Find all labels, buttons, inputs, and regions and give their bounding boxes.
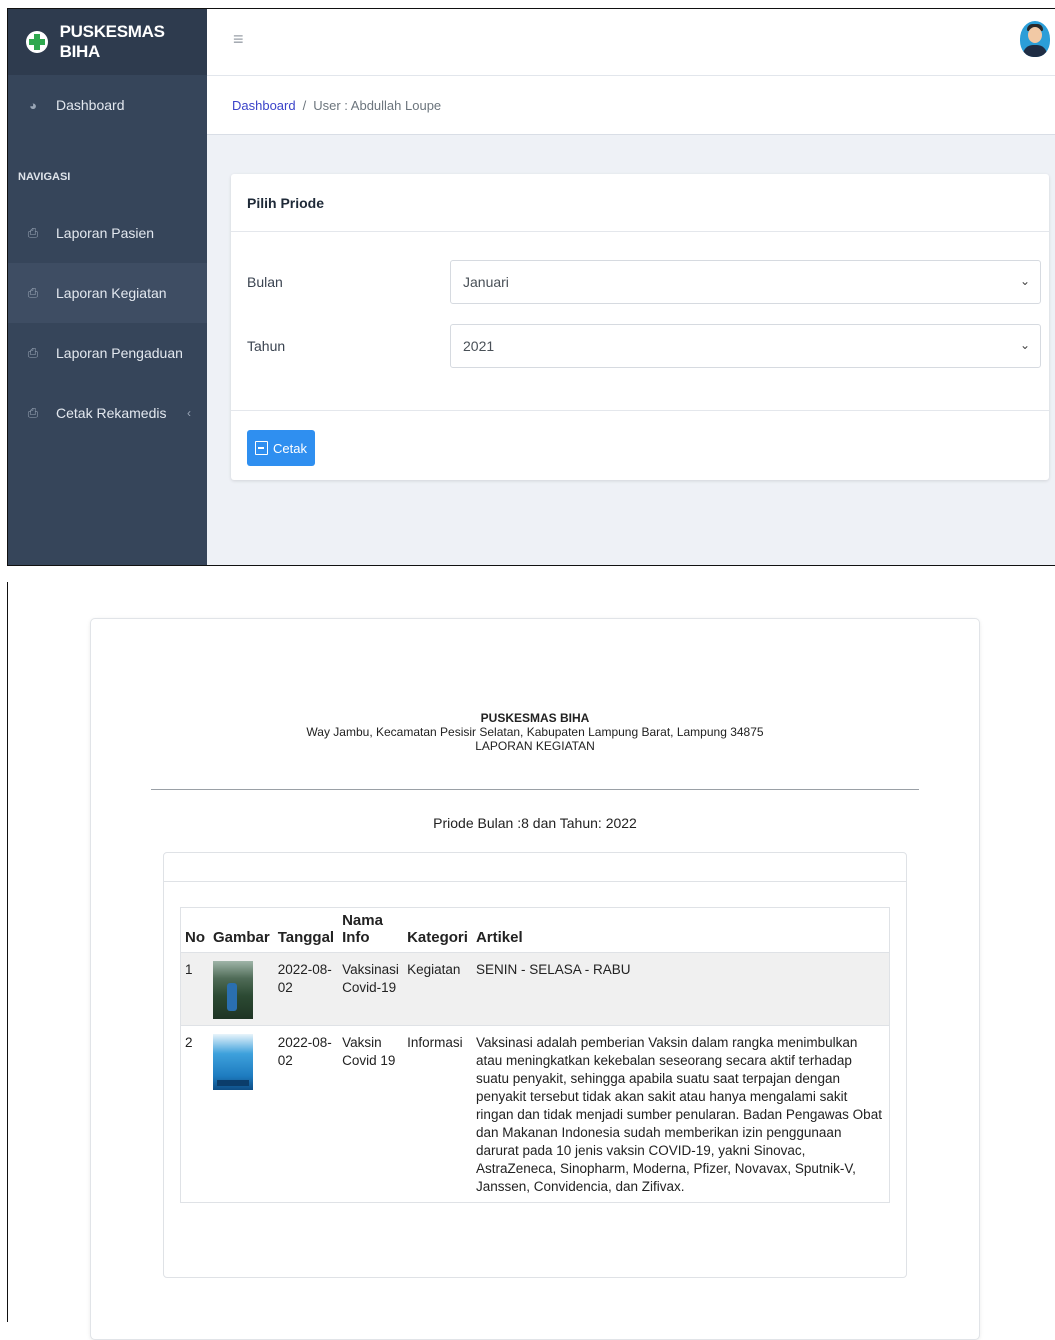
tahun-label: Tahun xyxy=(247,338,286,354)
report-address: Way Jambu, Kecamatan Pesisir Selatan, Ka… xyxy=(306,725,764,739)
admin-window: PUSKESMAS BIHA ◕ Dashboard NAVIGASI ⎙ La… xyxy=(7,8,1055,566)
cell-kategori: Kegiatan xyxy=(403,952,472,1026)
period-card: Pilih Priode Bulan Januari ⌄ Tahun 2021 … xyxy=(231,174,1049,480)
sidebar-item-laporan-pengaduan[interactable]: ⎙ Laporan Pengaduan xyxy=(8,323,207,383)
breadcrumb: Dashboard / User : Abdullah Loupe xyxy=(207,76,1055,135)
cell-tanggal: 2022-08-02 xyxy=(273,952,339,1026)
breadcrumb-current: User : Abdullah Loupe xyxy=(313,97,442,113)
report-table-card: No Gambar Tanggal Nama Info Kategori Art… xyxy=(163,852,907,1278)
printer-icon: ⎙ xyxy=(27,405,39,420)
hamburger-menu-icon[interactable]: ≡ xyxy=(233,29,244,50)
avatar-body xyxy=(1023,45,1047,57)
card-title: Pilih Priode xyxy=(231,174,1049,232)
printer-icon: ⎙ xyxy=(27,345,39,360)
report-title: PUSKESMAS BIHA xyxy=(480,711,590,725)
printer-icon: ⎙ xyxy=(27,225,39,240)
chevron-left-icon: ‹ xyxy=(187,406,191,420)
vaccination-photo-thumbnail xyxy=(213,961,253,1019)
table-header-row: No Gambar Tanggal Nama Info Kategori Art… xyxy=(180,907,890,953)
col-no: No xyxy=(180,907,209,953)
tahun-row: Tahun 2021 ⌄ xyxy=(247,324,1041,368)
report-periode: Priode Bulan :8 dan Tahun: 2022 xyxy=(433,815,637,831)
sidebar-item-laporan-kegiatan[interactable]: ⎙ Laporan Kegiatan xyxy=(8,263,207,323)
dashboard-icon: ◕ xyxy=(29,97,37,113)
bulan-label: Bulan xyxy=(247,274,283,290)
printer-icon: ⎙ xyxy=(27,285,39,300)
sidebar-item-label: Dashboard xyxy=(56,97,125,113)
sidebar-item-label: Laporan Pasien xyxy=(56,225,155,241)
table-row: 2 2022-08-02 Vaksin Covid 19 Informasi V… xyxy=(180,1025,890,1203)
sidebar-item-dashboard[interactable]: ◕ Dashboard xyxy=(8,75,207,135)
table-card-header xyxy=(164,853,906,882)
col-nama-info: Nama Info xyxy=(338,907,404,953)
topbar: ≡ xyxy=(207,9,1055,76)
cell-tanggal: 2022-08-02 xyxy=(273,1025,339,1203)
brand-name: PUSKESMAS BIHA xyxy=(59,22,165,61)
vaccine-photo-thumbnail xyxy=(213,1034,253,1090)
cell-gambar xyxy=(209,952,274,1026)
bulan-select-value: Januari xyxy=(463,274,509,290)
sidebar-item-cetak-rekamedis[interactable]: ⎙ Cetak Rekamedis ‹ xyxy=(8,383,207,443)
cell-nama-info: Vaksinasi Covid-19 xyxy=(338,952,404,1026)
cell-no: 1 xyxy=(180,952,209,1026)
report-window: PUSKESMAS BIHA Way Jambu, Kecamatan Pesi… xyxy=(7,582,1055,1340)
cell-artikel: Vaksinasi adalah pemberian Vaksin dalam … xyxy=(471,1025,890,1203)
breadcrumb-separator: / xyxy=(302,97,307,113)
chevron-down-icon: ⌄ xyxy=(1019,274,1030,288)
brand[interactable]: PUSKESMAS BIHA xyxy=(8,9,207,75)
cell-artikel: SENIN - SELASA - RABU xyxy=(471,952,890,1026)
sidebar-section-heading: NAVIGASI xyxy=(18,171,71,183)
breadcrumb-dashboard-link[interactable]: Dashboard xyxy=(232,98,296,113)
cetak-button-label: Cetak xyxy=(273,440,307,456)
col-tanggal: Tanggal xyxy=(273,907,339,953)
col-gambar: Gambar xyxy=(209,907,274,953)
report-paper: PUSKESMAS BIHA Way Jambu, Kecamatan Pesi… xyxy=(90,618,980,1340)
report-header: PUSKESMAS BIHA Way Jambu, Kecamatan Pesi… xyxy=(91,711,979,753)
cell-gambar xyxy=(209,1025,274,1203)
tahun-select[interactable]: 2021 ⌄ xyxy=(450,324,1041,368)
bulan-select[interactable]: Januari ⌄ xyxy=(450,260,1041,304)
report-divider xyxy=(151,789,919,790)
report-subtitle: LAPORAN KEGIATAN xyxy=(475,739,595,753)
col-artikel: Artikel xyxy=(471,907,890,953)
col-kategori: Kategori xyxy=(403,907,472,953)
cell-kategori: Informasi xyxy=(403,1025,472,1203)
report-table: No Gambar Tanggal Nama Info Kategori Art… xyxy=(180,907,890,1203)
print-icon xyxy=(255,441,268,455)
cell-nama-info: Vaksin Covid 19 xyxy=(338,1025,404,1203)
sidebar-item-label: Laporan Pengaduan xyxy=(56,345,183,361)
sidebar-item-label: Laporan Kegiatan xyxy=(56,285,167,301)
sidebar-item-laporan-pasien[interactable]: ⎙ Laporan Pasien xyxy=(8,203,207,263)
health-cross-logo-icon xyxy=(26,31,48,53)
tahun-select-value: 2021 xyxy=(463,338,495,354)
avatar-face xyxy=(1028,27,1042,43)
bulan-row: Bulan Januari ⌄ xyxy=(247,260,1041,304)
user-avatar[interactable] xyxy=(1020,21,1050,57)
card-footer-divider xyxy=(231,410,1049,411)
chevron-down-icon: ⌄ xyxy=(1019,338,1030,352)
sidebar-item-label: Cetak Rekamedis xyxy=(56,405,167,421)
sidebar: PUSKESMAS BIHA ◕ Dashboard NAVIGASI ⎙ La… xyxy=(8,9,207,565)
table-row: 1 2022-08-02 Vaksinasi Covid-19 Kegiatan… xyxy=(180,952,890,1026)
cell-no: 2 xyxy=(180,1025,209,1203)
cetak-button[interactable]: Cetak xyxy=(247,430,315,466)
